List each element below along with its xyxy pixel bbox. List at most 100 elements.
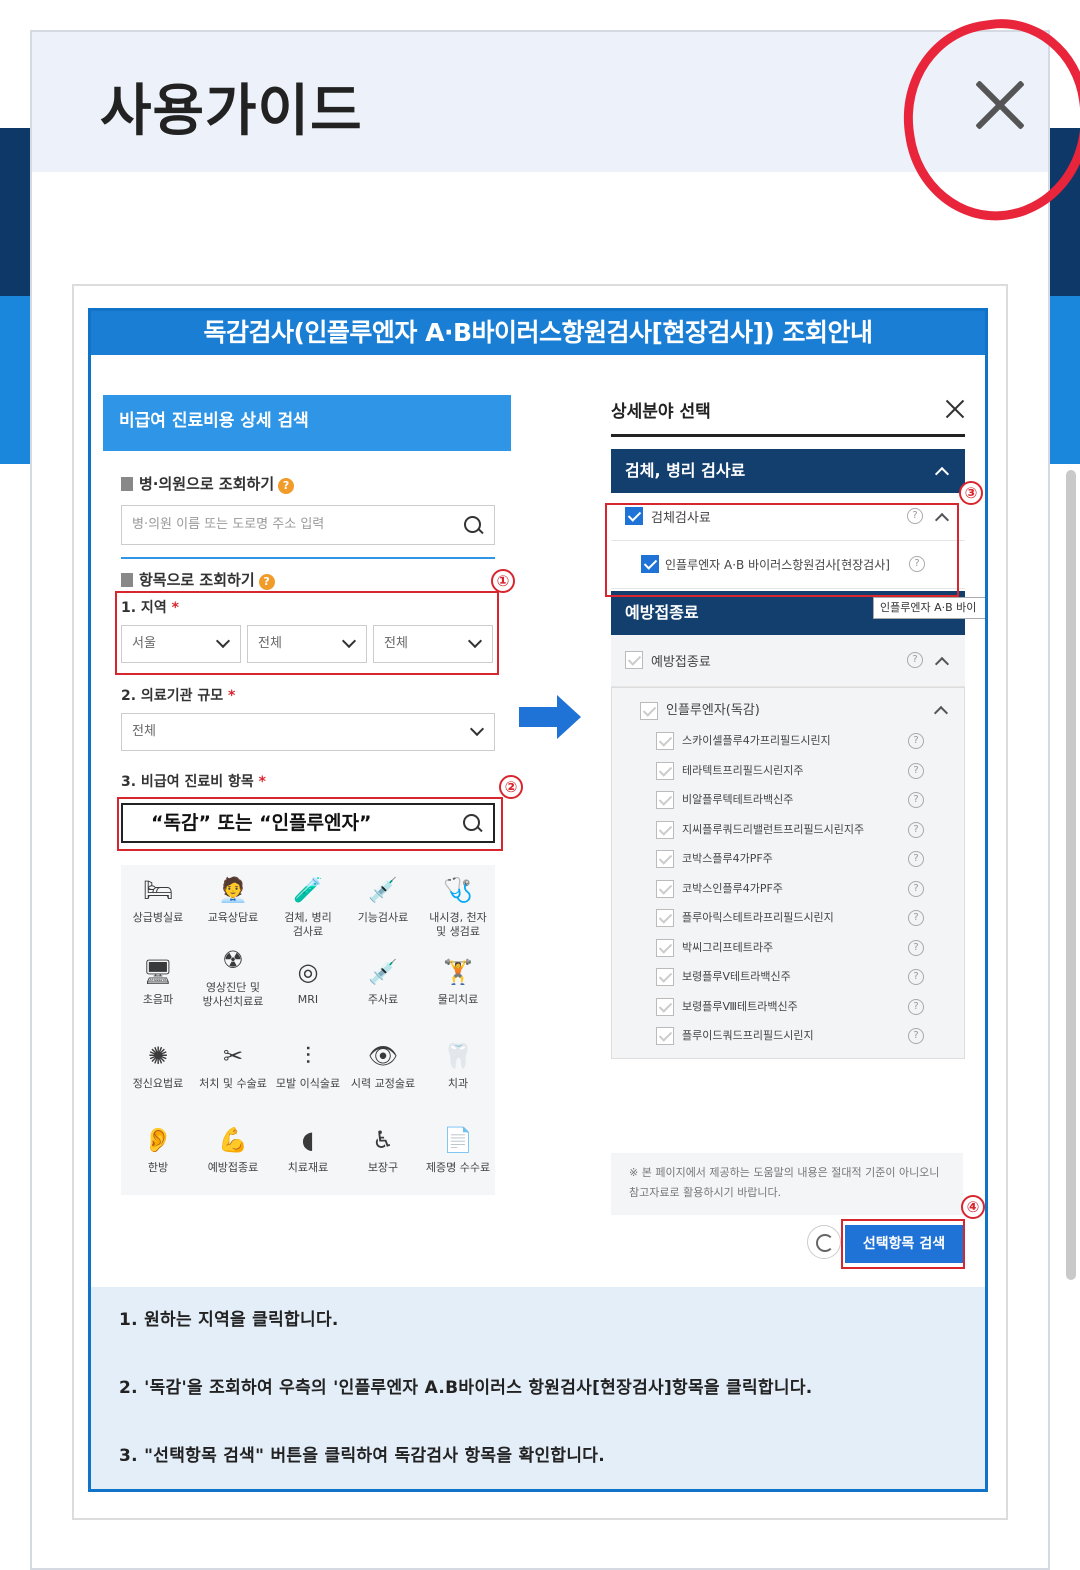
help-icon[interactable]: ? [258, 574, 275, 590]
checkbox[interactable] [656, 791, 674, 809]
category-label: 물리치료 [437, 993, 479, 1006]
vaccine-row[interactable]: 코박스인플루4가PF주? [656, 874, 956, 904]
help-icon[interactable]: ? [908, 880, 924, 897]
help-icon[interactable]: ? [908, 762, 924, 779]
checkbox[interactable] [625, 651, 643, 669]
checkbox[interactable] [656, 1027, 674, 1045]
checkbox[interactable] [656, 850, 674, 868]
category-item[interactable]: 👂 한방 [121, 1125, 195, 1175]
help-icon[interactable]: ? [908, 821, 924, 838]
refresh-icon[interactable] [807, 1225, 841, 1259]
checkbox[interactable] [656, 732, 674, 750]
divider [121, 557, 495, 559]
close-icon[interactable] [972, 76, 1028, 132]
vaccine-icon: 💪 [218, 1126, 248, 1154]
help-icon[interactable]: ? [908, 792, 924, 808]
category-item[interactable]: ✺ 정신요법료 [121, 1041, 195, 1091]
category-item[interactable]: 🧑‍💼 교육상담료 [196, 875, 270, 925]
right-panel-header: 상세분야 선택 [611, 395, 965, 437]
help-icon[interactable]: ? [908, 939, 924, 956]
highlight-box-3 [605, 503, 959, 597]
modal-title: 사용가이드 [100, 79, 363, 144]
category-item[interactable]: ◖ 치료재료 [271, 1125, 345, 1175]
help-icon[interactable]: ? [908, 733, 924, 749]
chevron-up-icon [933, 705, 949, 721]
category-item[interactable]: 💉 기능검사료 [346, 875, 420, 925]
vaccine-row[interactable]: 보령플루Ⅷ테트라백신주? [656, 992, 956, 1022]
category-label: 검사료 [292, 925, 324, 938]
vaccine-row[interactable]: 코박스플루4가PF주? [656, 844, 956, 874]
vaccine-row[interactable]: 플루이드쿼드프리필드시린지? [656, 1021, 956, 1051]
row-label: 인플루엔자(독감) [666, 703, 760, 718]
help-icon[interactable]: ? [908, 1028, 924, 1044]
category-item[interactable]: ♿ 보장구 [346, 1125, 420, 1175]
category-item[interactable]: 🩺 내시경, 천자 및 생검료 [421, 875, 495, 939]
close-icon[interactable] [945, 399, 965, 419]
instruction-1: 1. 원하는 지역을 클릭합니다. [119, 1310, 339, 1330]
vaccine-row[interactable]: 스카이셀플루4가프리필드시린지? [656, 726, 956, 756]
checkbox[interactable] [656, 997, 674, 1016]
category-label: 내시경, 천자 [429, 911, 487, 924]
category-item[interactable]: 💉 주사료 [346, 957, 420, 1007]
required-mark: * [258, 774, 266, 790]
category-label: 초음파 [142, 993, 174, 1006]
category-label: 시력 교정술료 [350, 1077, 416, 1090]
item-search-heading: 항목으로 조회하기? [121, 569, 275, 590]
vaccine-row[interactable]: 지씨플루쿼드리밸런트프리필드시린지주? [656, 815, 956, 845]
category-title: 검체, 병리 검사료 [625, 461, 746, 480]
category-item[interactable]: 🏋 물리치료 [421, 957, 495, 1007]
category-item[interactable]: ⫶ 모발 이식술료 [271, 1041, 345, 1091]
help-icon[interactable]: ? [908, 851, 924, 867]
category-item[interactable]: 🦷 치과 [421, 1041, 495, 1091]
vaccine-row[interactable]: 비알플루텍테트라백신주? [656, 785, 956, 815]
category-header-specimen[interactable]: 검체, 병리 검사료 [611, 449, 965, 493]
vaccine-row[interactable]: 박씨그리프테트라주? [656, 933, 956, 963]
checkbox[interactable] [656, 879, 674, 898]
tooth-icon: 🦷 [443, 1042, 473, 1070]
vaccination-row[interactable]: 예방접종료 ? [611, 635, 965, 687]
category-item[interactable]: 🖥 초음파 [121, 957, 195, 1007]
help-icon[interactable]: ? [278, 478, 295, 494]
guide-title: 독감검사(인플루엔자 A·B바이러스항원검사[현장검사]) 조회안내 [91, 311, 985, 355]
category-label: 치과 [447, 1077, 469, 1090]
checkbox[interactable] [656, 938, 674, 957]
endoscope-icon: 🩺 [443, 876, 473, 904]
category-grid: 🛏 상급병실료 🧑‍💼 교육상담료 🧪 검체, 병리 검사료 💉 기능검사료 🩺 내시경, … [121, 865, 495, 1195]
category-label: 방사선치료료 [202, 995, 264, 1008]
help-icon[interactable]: ? [908, 910, 924, 926]
scale-select[interactable]: 전체 [121, 713, 495, 751]
mri-icon: ◎ [297, 958, 319, 986]
scrollbar[interactable] [1066, 470, 1076, 1280]
influenza-group-row[interactable]: 인플루엔자(독감) [640, 696, 949, 726]
category-item[interactable]: 🛏 상급병실료 [121, 875, 195, 925]
checkbox[interactable] [656, 761, 674, 780]
checkbox[interactable] [656, 909, 674, 927]
category-item[interactable]: 🧪 검체, 병리 검사료 [271, 875, 345, 939]
vaccine-label: 코박스플루4가PF주 [682, 852, 773, 865]
category-label: 보장구 [367, 1161, 399, 1174]
hospital-search-input[interactable]: 병·의원 이름 또는 도로명 주소 입력 [121, 505, 495, 545]
marker-3: ③ [959, 481, 983, 505]
help-icon[interactable]: ? [908, 998, 924, 1015]
search-icon[interactable] [464, 516, 484, 536]
category-item[interactable]: ✂ 처치 및 수술료 [196, 1041, 270, 1091]
category-item[interactable]: 📄 제증명 수수료 [421, 1125, 495, 1175]
checkbox[interactable] [640, 702, 658, 720]
vaccine-row[interactable]: 테라텍트프리필드시린지주? [656, 756, 956, 786]
vaccine-row[interactable]: 보령플루Ⅴ테트라백신주? [656, 962, 956, 992]
scale-label: 2. 의료기관 규모 * [121, 685, 235, 705]
select-value: 전체 [132, 724, 156, 739]
help-icon[interactable]: ? [908, 969, 924, 985]
marker-1: ① [491, 569, 515, 593]
category-item[interactable]: ☢ 영상진단 및 방사선치료료 [196, 945, 270, 1009]
checkbox[interactable] [656, 820, 674, 839]
checkbox[interactable] [656, 968, 674, 986]
marker-4: ④ [961, 1195, 985, 1219]
help-icon[interactable]: ? [907, 652, 923, 668]
vaccine-label: 박씨그리프테트라주 [682, 940, 774, 954]
vaccine-row[interactable]: 플루아릭스테트라프리필드시린지? [656, 903, 956, 933]
category-item[interactable]: 💪 예방접종료 [196, 1125, 270, 1175]
category-label: 상급병실료 [132, 911, 184, 924]
category-item[interactable]: ◎ MRI [271, 957, 345, 1007]
category-item[interactable]: 👁 시력 교정술료 [346, 1041, 420, 1091]
